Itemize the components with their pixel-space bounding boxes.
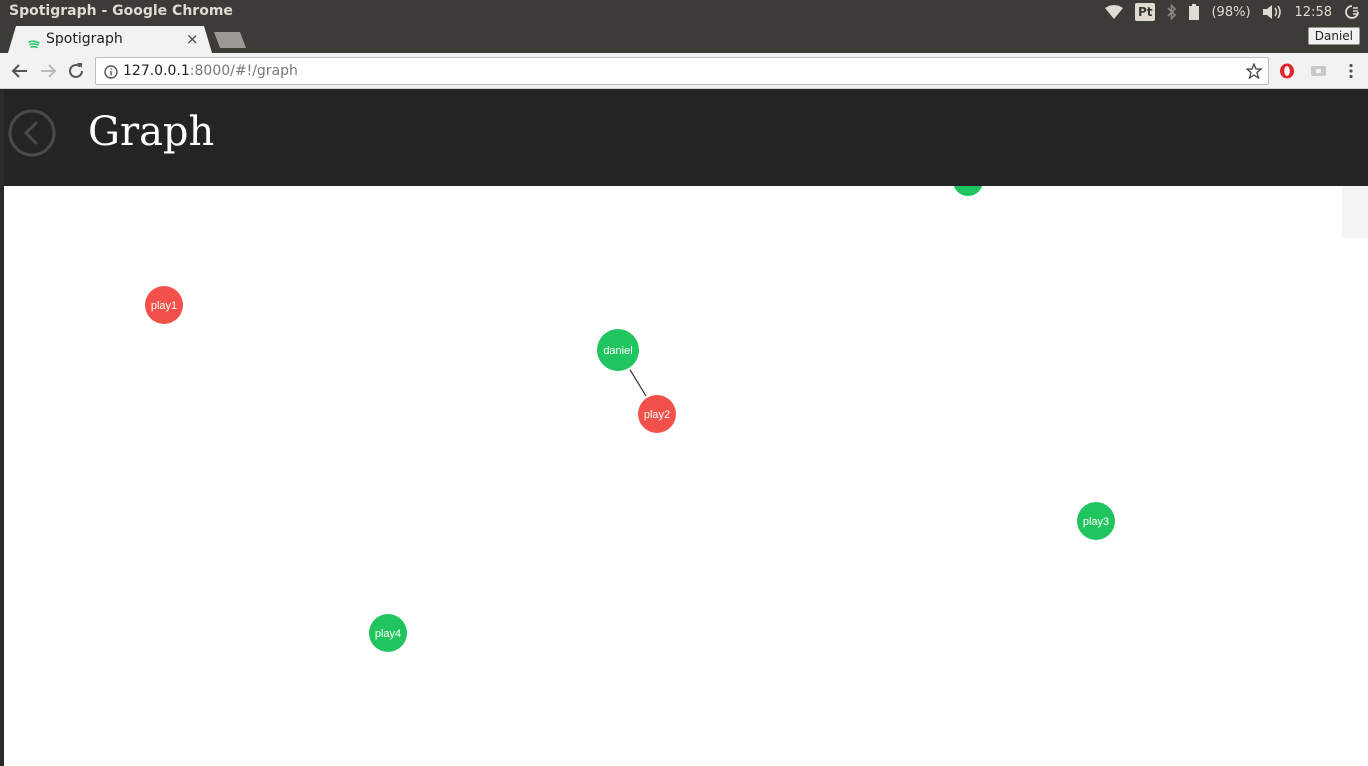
system-tray: Pt (98%) 12:58 — [1104, 2, 1360, 22]
profile-button[interactable]: Daniel — [1307, 27, 1360, 45]
pt-indicator[interactable]: Pt — [1134, 3, 1156, 21]
back-circle-icon[interactable] — [8, 109, 56, 157]
graph-node-label: play3 — [1083, 516, 1109, 528]
forward-arrow-icon[interactable] — [38, 61, 58, 81]
bluetooth-icon[interactable] — [1167, 4, 1177, 20]
menu-dots-icon[interactable] — [1342, 62, 1360, 80]
graph-node-play4[interactable]: play4 — [369, 614, 407, 652]
tab-spotigraph[interactable]: Spotigraph × — [8, 26, 212, 53]
os-top-panel: Spotigraph - Google Chrome Pt (98%) 12:5… — [0, 0, 1368, 24]
graph-canvas[interactable]: test play1 daniel play2 play3 play4 — [0, 186, 1368, 766]
tab-strip: Spotigraph × Daniel — [0, 24, 1368, 53]
info-icon[interactable] — [104, 64, 118, 79]
url-path: :8000/#!/graph — [189, 63, 298, 79]
clock[interactable]: 12:58 — [1295, 5, 1332, 20]
graph-node-play2[interactable]: play2 — [638, 395, 676, 433]
wifi-icon[interactable] — [1104, 5, 1123, 19]
page-title: Graph — [88, 109, 215, 155]
battery-percentage: (98%) — [1211, 4, 1251, 20]
window-left-edge — [0, 89, 4, 766]
page-content: Graph test play1 daniel play2 play3 play4 — [0, 89, 1368, 766]
tab-title: Spotigraph — [46, 31, 123, 47]
url-text: 127.0.0.1:8000/#!/graph — [123, 63, 298, 79]
graph-node-label: play2 — [644, 409, 670, 421]
power-icon[interactable] — [1344, 4, 1360, 20]
address-bar[interactable]: 127.0.0.1:8000/#!/graph — [95, 57, 1269, 85]
close-icon[interactable]: × — [186, 30, 199, 48]
reload-icon[interactable] — [66, 61, 86, 81]
graph-node-play3[interactable]: play3 — [1077, 502, 1115, 540]
battery-icon[interactable] — [1189, 4, 1200, 20]
graph-node-label: daniel — [603, 345, 632, 357]
back-arrow-icon[interactable] — [10, 61, 30, 81]
graph-node-play1[interactable]: play1 — [145, 286, 183, 324]
cast-extension-icon[interactable] — [1310, 62, 1328, 80]
graph-svg[interactable]: test play1 daniel play2 play3 play4 — [0, 186, 1340, 766]
graph-node-label: play4 — [375, 628, 401, 640]
graph-node-label: play1 — [151, 300, 177, 312]
volume-icon[interactable] — [1262, 5, 1283, 19]
graph-node-test[interactable]: test — [953, 186, 983, 196]
graph-node-label: test — [959, 186, 977, 188]
app-header: Graph — [4, 89, 1368, 186]
browser-toolbar: 127.0.0.1:8000/#!/graph — [0, 53, 1368, 89]
new-tab-button[interactable] — [214, 32, 246, 48]
url-host: 127.0.0.1 — [123, 63, 190, 79]
spotify-icon — [28, 35, 40, 49]
opera-extension-icon[interactable] — [1278, 62, 1296, 80]
bookmark-star-icon[interactable] — [1245, 62, 1263, 80]
graph-node-daniel[interactable]: daniel — [597, 329, 639, 371]
window-title: Spotigraph - Google Chrome — [9, 3, 233, 19]
graph-edge-daniel-play2 — [629, 369, 647, 397]
